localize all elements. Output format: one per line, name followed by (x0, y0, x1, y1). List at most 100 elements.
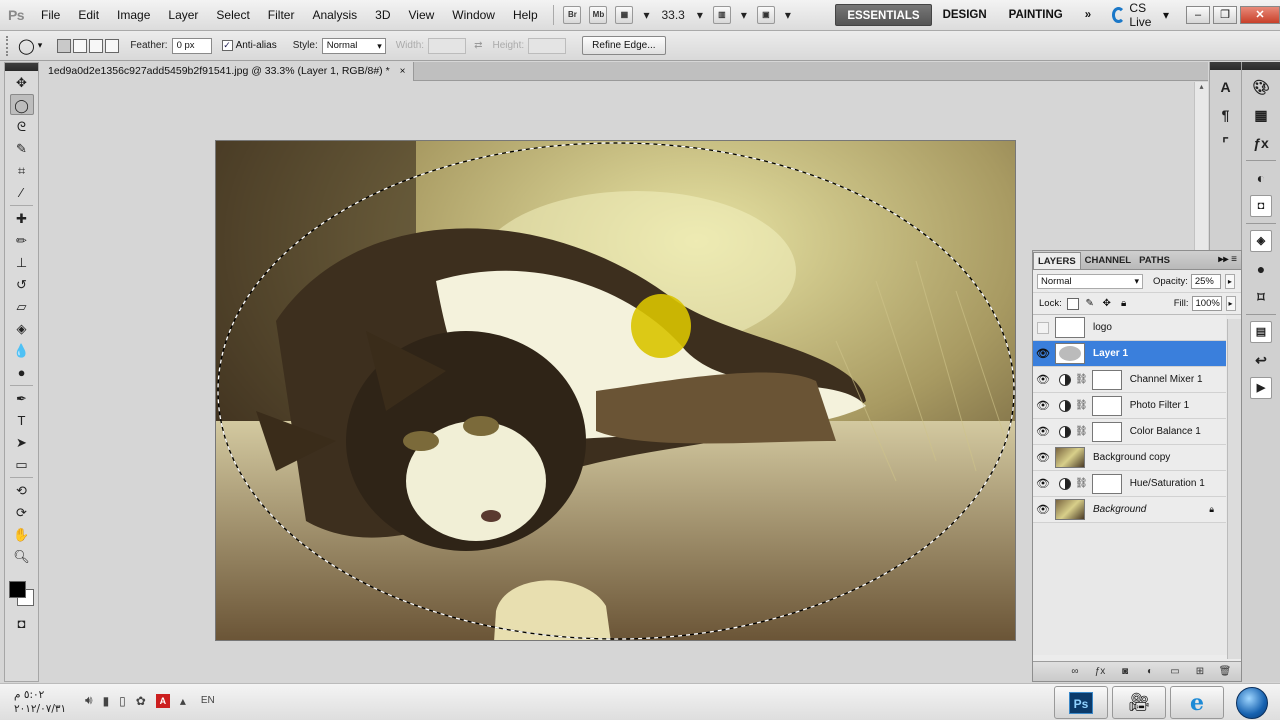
height-input[interactable] (528, 37, 567, 54)
mask-link-icon[interactable]: ⛓︎ (1075, 400, 1088, 411)
taskbar-camtasia[interactable]: 🎥︎ (1112, 686, 1166, 719)
lock-all-icon[interactable]: 🔒︎ (1118, 298, 1130, 310)
layer-name[interactable]: Background (1093, 504, 1146, 515)
layer-mask-thumbnail[interactable] (1091, 369, 1122, 390)
lock-transparent-pixels-icon[interactable] (1066, 297, 1079, 310)
mask-link-icon[interactable]: ⛓︎ (1075, 374, 1088, 385)
layer-name[interactable]: Color Balance 1 (1130, 426, 1201, 437)
layer-visibility-eye-icon[interactable]: 👁︎ (1033, 347, 1053, 360)
workspace-design[interactable]: DESIGN (932, 4, 998, 26)
layer-row[interactable]: 👁︎ ⛓︎ Hue/Saturation 1 (1033, 471, 1226, 497)
rectangle-tool-icon[interactable]: ▭ (10, 454, 34, 475)
menu-window[interactable]: Window (443, 8, 504, 22)
character-panel-icon[interactable]: A (1215, 76, 1237, 98)
close-window-button[interactable]: ✕ (1240, 6, 1280, 24)
layer-name[interactable]: Layer 1 (1093, 348, 1128, 359)
layer-visibility-eye-icon[interactable]: 👁︎ (1033, 399, 1053, 412)
style-select[interactable]: Normal ▾ (321, 37, 386, 54)
layer-thumbnail[interactable] (1055, 317, 1085, 338)
swap-dimensions-icon[interactable]: ⇄ (474, 40, 482, 51)
blur-tool-icon[interactable]: 💧 (10, 340, 34, 361)
styles-panel-icon[interactable]: ƒx (1250, 132, 1272, 154)
lock-position-icon[interactable]: ✥ (1101, 298, 1113, 310)
menu-analysis[interactable]: Analysis (303, 8, 366, 22)
paths-panel-icon[interactable]: ⌑ (1250, 286, 1272, 308)
menu-view[interactable]: View (399, 8, 443, 22)
dock-grip[interactable] (1210, 62, 1241, 70)
refine-edge-button[interactable]: Refine Edge... (582, 36, 666, 55)
layer-thumbnail[interactable] (1055, 499, 1085, 520)
view-extras-chevron-icon[interactable]: ▾ (643, 8, 649, 22)
link-layers-icon[interactable]: ∞ (1067, 665, 1083, 679)
move-tool-icon[interactable]: ✥ (10, 72, 34, 93)
start-button[interactable] (1232, 684, 1272, 720)
new-adjustment-layer-icon[interactable]: ◐ (1142, 665, 1158, 679)
layer-visibility-eye-icon[interactable]: 👁︎ (1033, 451, 1053, 464)
layer-style-icon[interactable]: ƒx (1092, 665, 1108, 679)
bridge-button[interactable]: Br (563, 6, 582, 24)
new-layer-icon[interactable]: ⊞ (1192, 665, 1208, 679)
elliptical-marquee-tool-icon[interactable]: ◯ (9, 94, 34, 115)
intersect-selection-button[interactable] (105, 38, 120, 53)
mask-link-icon[interactable]: ⛓︎ (1075, 426, 1088, 437)
network-icon[interactable]: ▮ (103, 694, 110, 708)
hand-tool-icon[interactable]: ✋ (10, 524, 34, 545)
menu-image[interactable]: Image (108, 8, 159, 22)
layer-visibility-eye-icon[interactable]: 👁︎ (1033, 477, 1053, 490)
add-mask-icon[interactable]: ◙ (1117, 665, 1133, 679)
menu-filter[interactable]: Filter (259, 8, 304, 22)
clone-source-panel-icon[interactable]: ⌜ (1215, 132, 1237, 154)
layer-mask-thumbnail[interactable] (1091, 421, 1122, 442)
new-selection-button[interactable] (57, 38, 72, 53)
restore-button[interactable]: ❐ (1213, 6, 1237, 24)
fill-slider-arrow-icon[interactable]: ▸ (1225, 296, 1236, 311)
type-tool-icon[interactable]: T (10, 410, 34, 431)
layer-thumbnail[interactable] (1055, 447, 1085, 468)
tab-paths[interactable]: PATHS (1135, 252, 1174, 269)
lock-image-pixels-icon[interactable]: ✎ (1084, 298, 1096, 310)
layer-name[interactable]: Channel Mixer 1 (1130, 374, 1203, 385)
taskbar-photoshop[interactable]: Ps (1054, 686, 1108, 719)
view-extras-button[interactable]: ▦ (615, 6, 634, 24)
workspace-more-button[interactable]: » (1074, 4, 1102, 26)
close-document-icon[interactable]: × (400, 62, 406, 81)
color-panel-icon[interactable]: 🎨︎ (1250, 76, 1272, 98)
layer-name[interactable]: Hue/Saturation 1 (1130, 478, 1205, 489)
document-canvas[interactable] (215, 140, 1016, 641)
screen-mode-chevron-icon[interactable]: ▾ (785, 8, 791, 22)
workspace-painting[interactable]: PAINTING (998, 4, 1074, 26)
mask-link-icon[interactable]: ⛓︎ (1075, 478, 1088, 489)
masks-panel-icon[interactable]: ◘ (1250, 195, 1272, 217)
minimize-button[interactable]: – (1186, 6, 1210, 24)
tools-panel-grip[interactable] (5, 63, 38, 71)
show-hidden-icons-icon[interactable]: ▴ (180, 694, 186, 708)
quick-selection-tool-icon[interactable]: ✎ (10, 138, 34, 159)
history-panel-icon[interactable]: ↩ (1250, 349, 1272, 371)
dodge-tool-icon[interactable]: ● (10, 362, 34, 383)
layer-visibility-eye-icon[interactable]: 👁︎ (1033, 373, 1053, 386)
color-settings-icon[interactable]: ✿ (136, 694, 146, 708)
eraser-tool-icon[interactable]: ▱ (10, 296, 34, 317)
layer-thumbnail[interactable] (1055, 343, 1085, 364)
fill-input[interactable]: 100% (1191, 296, 1222, 311)
crop-tool-icon[interactable]: ⌗ (10, 160, 34, 181)
layer-mask-thumbnail[interactable] (1091, 473, 1122, 494)
layer-row[interactable]: 👁︎ ⛓︎ Color Balance 1 (1033, 419, 1226, 445)
system-clock[interactable]: ٥:٠٢ م ٢٠١٢/٠٧/٣١ (14, 688, 66, 716)
dock-grip[interactable] (1242, 62, 1280, 70)
blend-mode-select[interactable]: Normal (1037, 273, 1143, 289)
anti-alias-checkbox[interactable]: ✓ (221, 40, 233, 51)
layer-name[interactable]: logo (1093, 322, 1112, 333)
arrange-documents-button[interactable]: ▥ (712, 6, 731, 24)
layers-vertical-scrollbar[interactable] (1227, 319, 1241, 659)
layer-visibility-eye-icon[interactable]: 👁︎ (1033, 503, 1053, 516)
new-group-icon[interactable]: ▭ (1167, 665, 1183, 679)
zoom-tool-icon[interactable]: 🔍︎ (10, 546, 34, 567)
layer-name[interactable]: Photo Filter 1 (1130, 400, 1189, 411)
tool-preset-picker[interactable]: ◯ ▾ (18, 37, 42, 55)
paint-bucket-tool-icon[interactable]: ◈ (10, 318, 34, 339)
adjustments-panel-icon[interactable]: ◐ (1250, 167, 1272, 189)
mini-bridge-button[interactable]: Mb (589, 6, 608, 24)
menu-select[interactable]: Select (207, 8, 258, 22)
history-brush-tool-icon[interactable]: ↺ (10, 274, 34, 295)
